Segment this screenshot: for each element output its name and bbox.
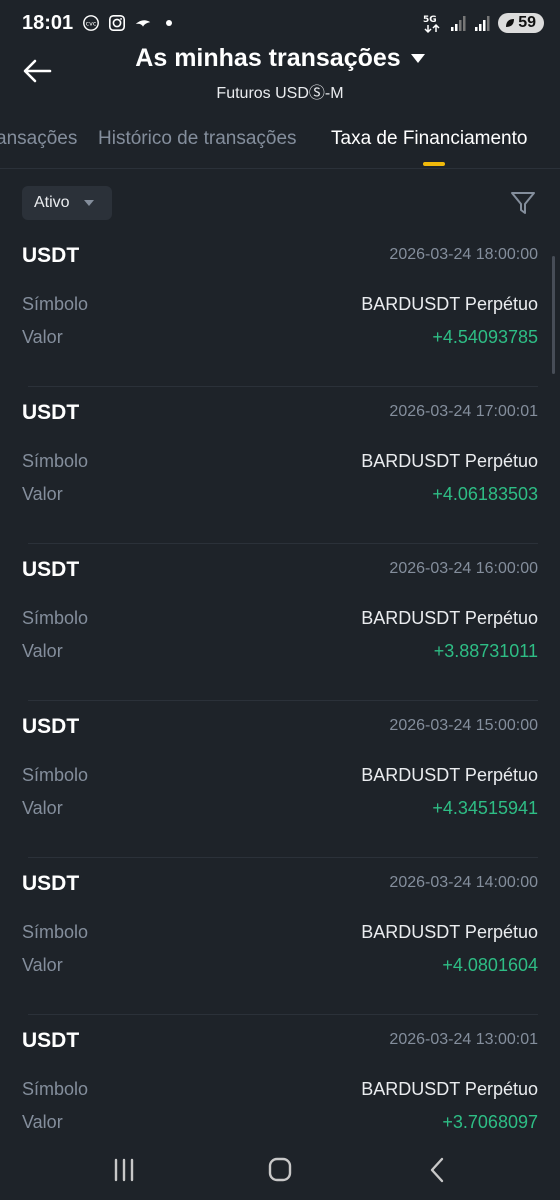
item-currency: USDT [22,558,80,581]
item-timestamp: 2026-03-24 17:00:01 [389,403,538,420]
chevron-down-icon [83,200,94,206]
filter-funnel-icon[interactable] [508,188,538,218]
system-nav-bar [0,1140,560,1200]
item-currency: USDT [22,244,80,267]
battery-level: 59 [518,14,536,31]
value-label: Valor [22,798,63,818]
app-header: As minhas transações Futuros USDⓈ-M [0,44,560,106]
signal-icon-1 [451,16,466,31]
transaction-list: USDT 2026-03-24 18:00:00 Símbolo BARDUSD… [0,230,560,1172]
list-item[interactable]: USDT 2026-03-24 14:00:00 Símbolo BARDUSD… [0,858,560,1015]
status-filter-dropdown[interactable]: Ativo [22,186,112,220]
symbol-value: BARDUSDT Perpétuo [361,608,538,628]
amount-value: +3.7068097 [442,1112,538,1132]
page-title: As minhas transações [135,44,401,72]
tab-transactions[interactable]: ansações [0,128,77,150]
value-label: Valor [22,955,63,975]
value-label: Valor [22,327,63,347]
symbol-label: Símbolo [22,765,89,785]
value-label: Valor [22,641,63,661]
value-label: Valor [22,1112,63,1132]
page-subtitle: Futuros USDⓈ-M [216,85,344,102]
back-nav-icon[interactable] [418,1152,458,1188]
item-timestamp: 2026-03-24 15:00:00 [389,717,538,734]
item-currency: USDT [22,1029,80,1052]
tab-funding-fee[interactable]: Taxa de Financiamento [331,128,527,150]
symbol-label: Símbolo [22,1079,89,1099]
item-currency: USDT [22,715,80,738]
value-label: Valor [22,484,63,504]
notification-dot [166,20,172,26]
airline-icon [135,20,151,27]
signal-icon-2 [475,16,490,31]
caret-down-icon [410,54,425,63]
amount-value: +4.06183503 [432,484,538,504]
symbol-value: BARDUSDT Perpétuo [361,922,538,942]
symbol-value: BARDUSDT Perpétuo [361,1079,538,1099]
symbol-value: BARDUSDT Perpétuo [361,294,538,314]
status-filter-label: Ativo [34,194,70,211]
symbol-label: Símbolo [22,608,89,628]
amount-value: +4.54093785 [432,327,538,347]
symbol-value: BARDUSDT Perpétuo [361,451,538,471]
list-item[interactable]: USDT 2026-03-24 15:00:00 Símbolo BARDUSD… [0,701,560,858]
svg-text:5G: 5G [423,15,437,25]
amount-value: +4.34515941 [432,798,538,818]
symbol-label: Símbolo [22,451,89,471]
status-bar: 18:01 cvc 5G 5G 59 [0,0,560,50]
tab-transaction-history[interactable]: Histórico de transações [98,128,297,150]
battery-indicator: 59 [498,13,544,33]
amount-value: +4.0801604 [442,955,538,975]
status-right: 5G 5G 59 [422,12,544,34]
item-currency: USDT [22,401,80,424]
list-item[interactable]: USDT 2026-03-24 17:00:01 Símbolo BARDUSD… [0,387,560,544]
list-item[interactable]: USDT 2026-03-24 18:00:00 Símbolo BARDUSD… [0,230,560,387]
scrollbar[interactable] [552,256,555,374]
cvc-icon: cvc [83,15,99,31]
item-currency: USDT [22,872,80,895]
leaf-icon [506,19,515,27]
active-tab-indicator [423,162,445,166]
tab-bar: ansações Histórico de transações Taxa de… [0,118,560,169]
item-timestamp: 2026-03-24 13:00:01 [389,1031,538,1048]
item-timestamp: 2026-03-24 16:00:00 [389,560,538,577]
symbol-value: BARDUSDT Perpétuo [361,765,538,785]
status-time: 18:01 [22,12,74,34]
instagram-icon [108,14,126,32]
item-timestamp: 2026-03-24 18:00:00 [389,246,538,263]
title-wrap: As minhas transações Futuros USDⓈ-M [0,44,560,103]
amount-value: +3.88731011 [433,641,538,661]
status-left-icons: cvc [82,14,172,32]
list-item[interactable]: USDT 2026-03-24 16:00:00 Símbolo BARDUSD… [0,544,560,701]
recent-apps-icon[interactable] [104,1152,144,1188]
svg-text:cvc: cvc [86,21,97,28]
page-title-dropdown[interactable]: As minhas transações [135,44,425,73]
symbol-label: Símbolo [22,922,89,942]
symbol-label: Símbolo [22,294,89,314]
item-timestamp: 2026-03-24 14:00:00 [389,874,538,891]
home-icon[interactable] [260,1152,300,1188]
5g-icon: 5G [423,15,440,34]
